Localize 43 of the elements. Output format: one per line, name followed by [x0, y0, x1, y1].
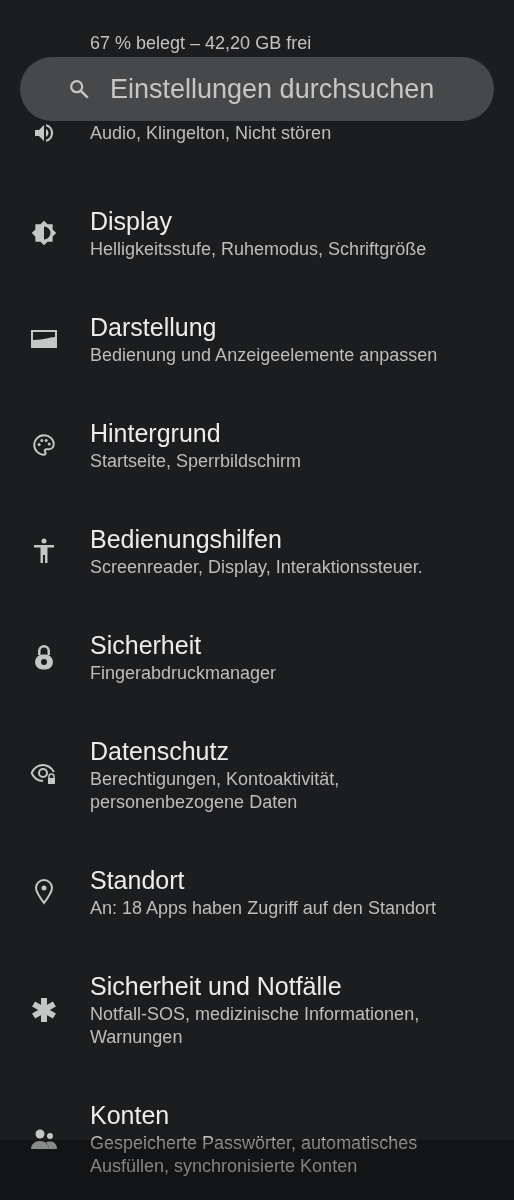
accessibility-icon: [32, 538, 56, 564]
item-subtitle: Screenreader, Display, Interaktionssteuer.: [90, 556, 424, 579]
settings-item[interactable]: Darstellung Bedienung und Anzeigeelemente anpassen: [0, 286, 514, 392]
item-title: Bedienungshilfen: [90, 524, 283, 555]
item-subtitle: Startseite, Sperrbildschirm: [90, 450, 303, 473]
item-subtitle: Gespeicherte Passwörter, automatisches Ausfüllen, synchronisierte Konten: [90, 1132, 419, 1178]
item-title: Standort: [90, 865, 186, 896]
item-subtitle: Bedienung und Anzeigeelemente anpassen: [90, 344, 439, 367]
item-title: Datenschutz: [90, 736, 230, 767]
search-bar[interactable]: Einstellungen durchsuchen: [20, 57, 494, 121]
asterisk-icon: [31, 996, 57, 1023]
display-mode-icon: [30, 328, 58, 350]
item-title: Hintergrund: [90, 418, 222, 449]
settings-item[interactable]: Datenschutz Berechtigungen, Kontoaktivität, personenbezogene Daten: [0, 710, 514, 839]
item-subtitle: Audio, Klingelton, Nicht stören: [90, 122, 333, 145]
item-title: Konten: [90, 1100, 171, 1131]
palette-icon: [31, 432, 57, 458]
item-title: Darstellung: [90, 312, 218, 343]
settings-item[interactable]: Sicherheit Fingerabdruckmanager: [0, 604, 514, 710]
settings-item[interactable]: Hintergrund Startseite, Sperrbildschirm: [0, 392, 514, 498]
people-icon: [30, 1127, 58, 1150]
item-subtitle: Notfall-SOS, medizinische Informationen, Warnungen: [90, 1003, 421, 1049]
item-subtitle: Fingerabdruckmanager: [90, 662, 278, 685]
settings-item[interactable]: Display Helligkeitsstufe, Ruhemodus, Schriftgröße: [0, 180, 514, 286]
item-title: Sicherheit und Notfälle: [90, 971, 343, 1002]
storage-summary: 67 % belegt – 42,20 GB frei: [89, 32, 313, 55]
item-title: Sicherheit: [90, 630, 203, 661]
padlock-icon: [34, 644, 54, 670]
settings-item[interactable]: Konten Gespeicherte Passwörter, automatisches Ausfüllen, synchronisierte Konten: [0, 1074, 514, 1200]
item-subtitle: Helligkeitsstufe, Ruhemodus, Schriftgröße: [90, 238, 428, 261]
settings-item[interactable]: Audio, Klingelton, Nicht stören: [0, 121, 514, 180]
speaker-icon: [32, 121, 56, 145]
settings-item[interactable]: Sicherheit und Notfälle Notfall-SOS, medizinische Informationen, Warnungen: [0, 945, 514, 1074]
item-title: Display: [90, 206, 173, 237]
location-pin-icon: [34, 879, 54, 905]
item-subtitle: An: 18 Apps haben Zugriff auf den Standort: [90, 897, 437, 920]
brightness-icon: [31, 220, 57, 246]
search-field[interactable]: Einstellungen durchsuchen: [110, 73, 494, 105]
settings-item[interactable]: Bedienungshilfen Screenreader, Display, Interaktionssteuer.: [0, 498, 514, 604]
settings-item[interactable]: Standort An: 18 Apps haben Zugriff auf den Standort: [0, 839, 514, 945]
search-icon: [68, 78, 90, 100]
eye-lock-icon: [30, 762, 58, 787]
item-subtitle: Berechtigungen, Kontoaktivität, personenbezogene Daten: [90, 768, 341, 814]
